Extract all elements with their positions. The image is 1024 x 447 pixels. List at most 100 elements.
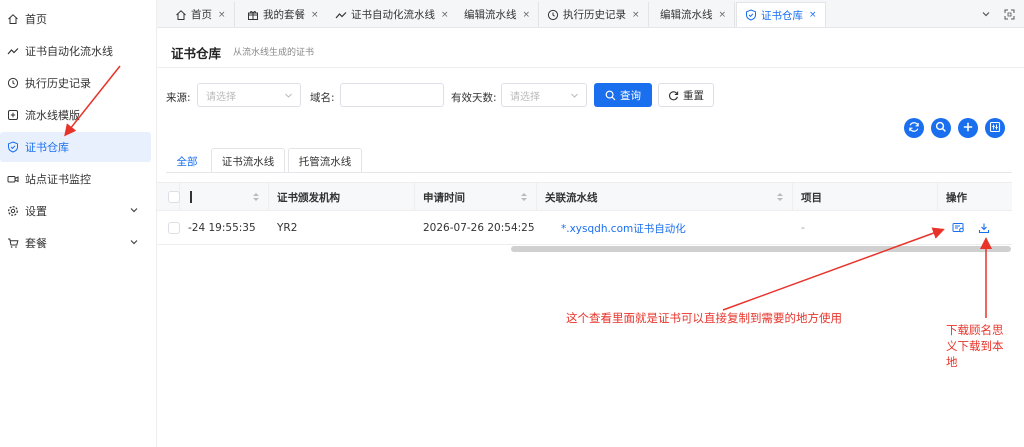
sort-icon[interactable] bbox=[520, 192, 528, 202]
row-checkbox[interactable] bbox=[168, 222, 180, 234]
tab-edit-pipeline[interactable]: 编辑流水线 × bbox=[456, 2, 540, 27]
days-label: 有效天数: bbox=[451, 92, 497, 104]
add-icon bbox=[962, 121, 974, 136]
th-applied-label: 申请时间 bbox=[423, 191, 465, 204]
history-icon bbox=[547, 9, 559, 21]
cell-issuer: YR2 bbox=[277, 222, 298, 234]
source-placeholder: 请选择 bbox=[206, 91, 236, 103]
close-icon[interactable]: × bbox=[719, 10, 727, 20]
source-select[interactable]: 请选择 bbox=[197, 83, 301, 107]
days-select[interactable]: 请选择 bbox=[501, 83, 587, 107]
horizontal-scrollbar[interactable] bbox=[511, 246, 1011, 252]
sort-icon[interactable] bbox=[252, 192, 260, 202]
sort-icon[interactable] bbox=[776, 192, 784, 202]
subtab-cert-pipeline[interactable]: 证书流水线 bbox=[211, 148, 285, 173]
sidebar-item-label: 流水线模版 bbox=[25, 109, 80, 122]
source-label: 来源: bbox=[166, 92, 191, 104]
table-header: 证书颁发机构 申请时间 关联流水线 项目 操作 bbox=[157, 182, 1012, 211]
sidebar-item-cert-repo[interactable]: 证书仓库 bbox=[0, 132, 151, 162]
query-label: 查询 bbox=[620, 89, 641, 102]
fullscreen-icon[interactable] bbox=[1000, 5, 1018, 23]
tab-pipeline[interactable]: 证书自动化流水线 × bbox=[327, 2, 458, 27]
camera-icon bbox=[7, 173, 19, 185]
pipeline-link[interactable]: *.xysqdh.com证书自动化 bbox=[553, 211, 793, 245]
sidebar-item-template[interactable]: 流水线模版 bbox=[0, 100, 151, 130]
search-icon bbox=[605, 90, 616, 101]
tabs-dropdown-icon[interactable] bbox=[977, 5, 995, 23]
sidebar-item-monitor[interactable]: 站点证书监控 bbox=[0, 164, 151, 194]
close-icon[interactable]: × bbox=[809, 10, 817, 20]
close-icon[interactable]: × bbox=[218, 10, 226, 20]
tab-my-plan[interactable]: 我的套餐 × bbox=[239, 2, 328, 27]
sidebar-item-home[interactable]: 首页 bbox=[0, 4, 151, 34]
tab-cert-repo[interactable]: 证书仓库 × bbox=[736, 2, 826, 27]
table-row: -24 19:55:35 YR2 2026-07-26 20:54:25 *.x… bbox=[157, 211, 1012, 245]
template-icon bbox=[7, 109, 19, 121]
th-pipeline-label: 关联流水线 bbox=[545, 191, 598, 204]
select-all-checkbox[interactable] bbox=[168, 191, 180, 203]
gear-icon bbox=[7, 205, 19, 217]
th-actions: 操作 bbox=[946, 191, 967, 204]
sidebar-item-label: 站点证书监控 bbox=[25, 173, 91, 186]
sidebar-item-settings[interactable]: 设置 bbox=[0, 196, 151, 226]
sidebar-item-history[interactable]: 执行历史记录 bbox=[0, 68, 151, 98]
download-icon[interactable] bbox=[977, 221, 991, 235]
close-icon[interactable]: × bbox=[632, 10, 640, 20]
annotation-line: 下载顾名思 bbox=[946, 323, 1004, 337]
columns-button[interactable] bbox=[985, 118, 1005, 138]
sidebar-item-label: 设置 bbox=[25, 205, 47, 218]
query-button[interactable]: 查询 bbox=[594, 83, 652, 107]
domain-label: 域名: bbox=[310, 92, 335, 104]
refresh-button[interactable] bbox=[904, 118, 924, 138]
annotation-view-note: 这个查看里面就是证书可以直接复制到需要的地方使用 bbox=[566, 311, 842, 325]
sidebar-item-label: 首页 bbox=[25, 13, 47, 26]
tab-history[interactable]: 执行历史记录 × bbox=[539, 2, 649, 27]
tab-label: 执行历史记录 bbox=[563, 9, 626, 21]
subtab-divider bbox=[166, 172, 1012, 173]
trend-icon bbox=[7, 45, 19, 57]
sidebar-item-label: 执行历史记录 bbox=[25, 77, 91, 90]
tabs-bar: 首页 × 我的套餐 × 证书自动化流水线 × 编辑流水线 × 执行历史记录 × … bbox=[157, 0, 1024, 28]
reset-button[interactable]: 重置 bbox=[658, 83, 714, 107]
th-project: 项目 bbox=[793, 183, 938, 211]
add-button[interactable] bbox=[958, 118, 978, 138]
th-select bbox=[157, 183, 180, 211]
shield-icon bbox=[745, 9, 757, 21]
search-icon bbox=[935, 121, 947, 136]
chevron-down-icon bbox=[284, 91, 293, 100]
tab-home[interactable]: 首页 × bbox=[167, 2, 235, 27]
search-button[interactable] bbox=[931, 118, 951, 138]
subtab-hosted-pipeline[interactable]: 托管流水线 bbox=[288, 148, 362, 173]
chevron-down-icon bbox=[129, 205, 139, 215]
th-applied[interactable]: 申请时间 bbox=[415, 183, 537, 211]
page-subtitle: 从流水线生成的证书 bbox=[233, 48, 315, 58]
tab-label: 证书自动化流水线 bbox=[351, 9, 435, 21]
sidebar-item-label: 证书自动化流水线 bbox=[25, 45, 113, 58]
tab-label: 编辑流水线 bbox=[464, 9, 517, 21]
chevron-down-icon bbox=[570, 91, 579, 100]
domain-input[interactable] bbox=[340, 83, 444, 107]
refresh-icon bbox=[908, 121, 920, 136]
tab-edit-pipeline-2[interactable]: 编辑流水线 × bbox=[652, 2, 736, 27]
column-bar bbox=[190, 191, 192, 203]
sidebar-item-label: 证书仓库 bbox=[25, 141, 69, 154]
home-icon bbox=[7, 13, 19, 25]
close-icon[interactable]: × bbox=[441, 10, 449, 20]
subtab-all[interactable]: 全部 bbox=[166, 148, 208, 173]
sidebar-item-label: 套餐 bbox=[25, 237, 47, 250]
history-icon bbox=[7, 77, 19, 89]
cart-icon bbox=[7, 237, 19, 249]
sidebar-item-plan[interactable]: 套餐 bbox=[0, 228, 151, 258]
close-icon[interactable]: × bbox=[523, 10, 531, 20]
close-icon[interactable]: × bbox=[311, 10, 319, 20]
sidebar-item-pipeline[interactable]: 证书自动化流水线 bbox=[0, 36, 151, 66]
tab-label: 首页 bbox=[191, 9, 212, 21]
annotation-line: 义下载到本 bbox=[946, 339, 1004, 353]
shield-icon bbox=[7, 141, 19, 153]
divider bbox=[157, 67, 1024, 68]
th-issuer: 证书颁发机构 bbox=[269, 183, 415, 211]
view-cert-icon[interactable] bbox=[951, 221, 965, 235]
th-expires[interactable] bbox=[180, 183, 269, 211]
columns-icon bbox=[989, 121, 1001, 136]
th-pipeline[interactable]: 关联流水线 bbox=[537, 183, 793, 211]
